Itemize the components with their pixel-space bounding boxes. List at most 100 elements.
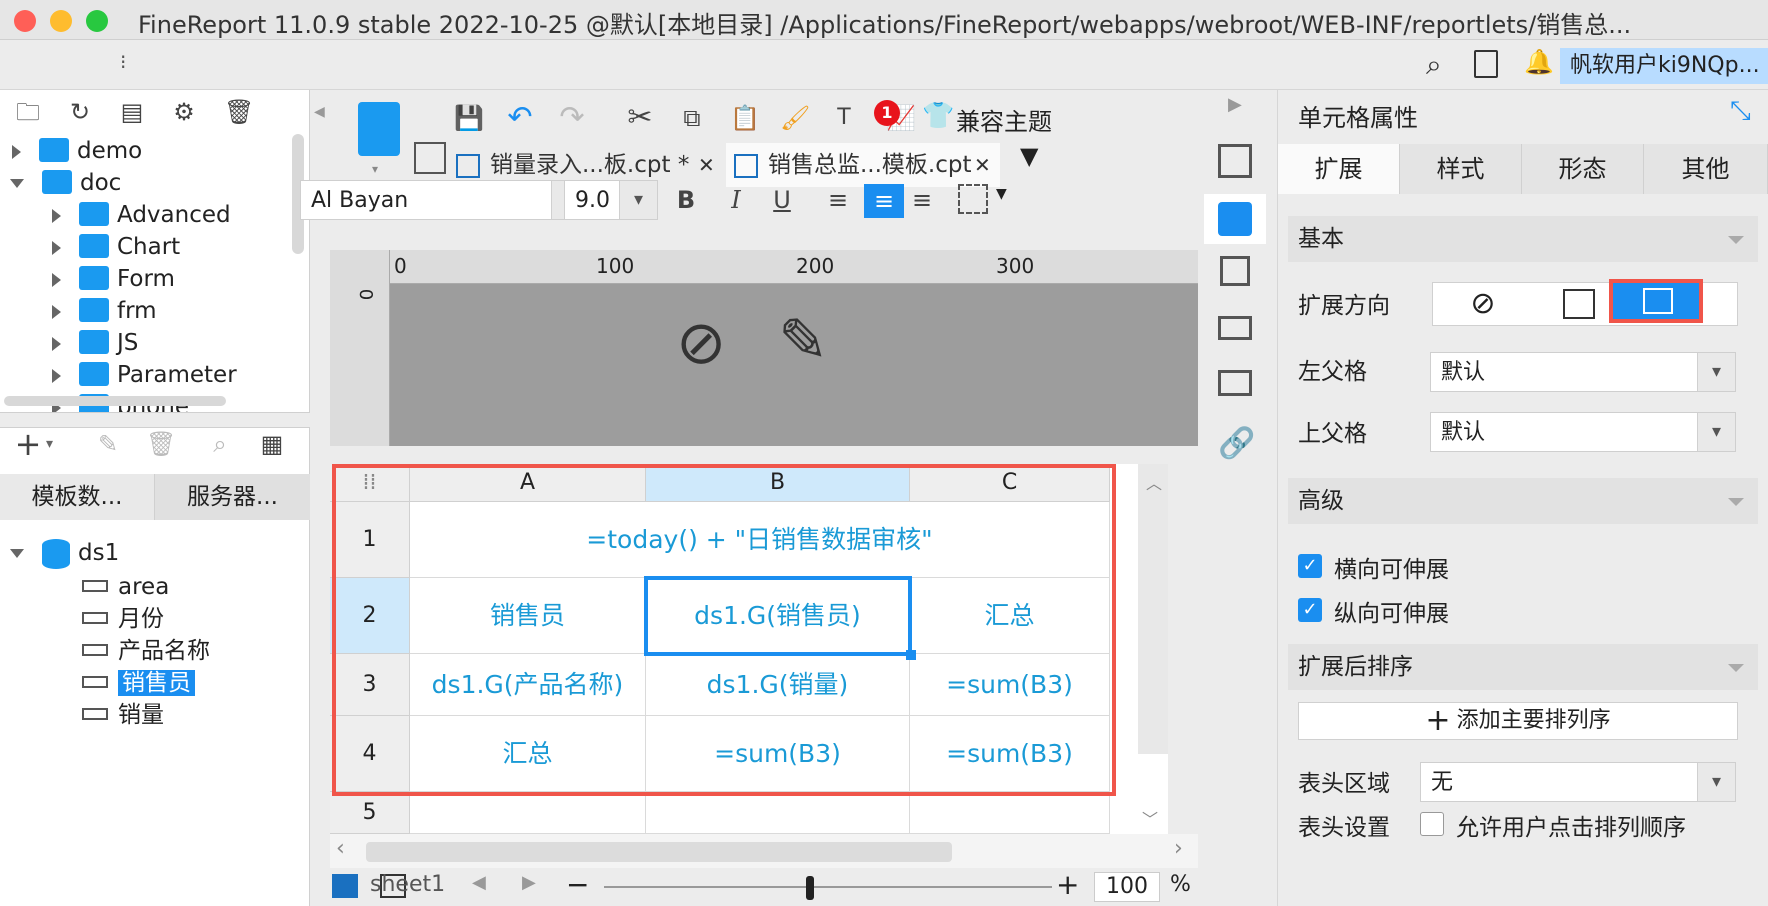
hide-icon[interactable]: ⊘ bbox=[676, 308, 726, 378]
search-icon[interactable]: ⌕ bbox=[1426, 48, 1442, 82]
tree-item-frm[interactable]: frm bbox=[52, 294, 157, 328]
add-dataset-icon[interactable]: + bbox=[14, 428, 42, 460]
theme-icon[interactable]: 👕 bbox=[922, 102, 954, 130]
header-area-select[interactable]: 无 ▾ bbox=[1420, 762, 1736, 802]
tab-style[interactable]: 样式 bbox=[1400, 144, 1522, 194]
copy-icon[interactable]: ⧉ bbox=[678, 104, 706, 132]
chevron-down-icon[interactable] bbox=[1728, 498, 1744, 506]
tree-item-js[interactable]: JS bbox=[52, 326, 138, 360]
notes-icon[interactable] bbox=[1474, 50, 1498, 78]
tab-template-dataset[interactable]: 模板数... bbox=[0, 474, 155, 520]
next-sheet-icon[interactable]: ▶ bbox=[522, 872, 536, 893]
close-window-button[interactable] bbox=[14, 10, 36, 32]
dataset-ds1[interactable]: ds1 bbox=[10, 536, 119, 570]
collapse-icon[interactable] bbox=[10, 179, 24, 188]
new-template-icon[interactable] bbox=[358, 102, 400, 156]
field-area[interactable]: area bbox=[82, 570, 169, 604]
preview-icon[interactable]: ⌕ bbox=[206, 430, 234, 458]
align-center-icon[interactable]: ≡ bbox=[864, 184, 904, 218]
expand-icon[interactable] bbox=[12, 144, 21, 159]
scroll-right-icon[interactable]: › bbox=[1174, 836, 1183, 861]
top-parent-select[interactable]: 默认 ▾ bbox=[1430, 412, 1736, 452]
chevron-down-icon[interactable]: ▾ bbox=[46, 436, 53, 452]
more-menu-icon[interactable]: ⁝ bbox=[120, 50, 126, 74]
scroll-up-icon[interactable]: ︿ bbox=[1146, 470, 1162, 494]
new-tab-icon[interactable] bbox=[414, 142, 446, 174]
italic-icon[interactable]: I bbox=[722, 186, 750, 214]
redo-icon[interactable]: ↷ bbox=[558, 103, 586, 133]
delete-icon[interactable]: 🗑 bbox=[224, 98, 254, 126]
vertical-expand-checkbox[interactable]: ✓ bbox=[1298, 598, 1322, 622]
theme-button[interactable]: 兼容主题 bbox=[956, 102, 1052, 137]
expand-icon[interactable] bbox=[52, 208, 61, 223]
widget-icon[interactable] bbox=[1218, 144, 1252, 178]
pin-panel-icon[interactable]: ⤡ bbox=[1730, 96, 1751, 127]
list-icon[interactable] bbox=[1218, 370, 1252, 396]
expand-right-icon[interactable]: ▶ bbox=[1228, 94, 1242, 115]
zoom-out-icon[interactable]: − bbox=[566, 868, 589, 901]
expand-icon[interactable] bbox=[52, 336, 61, 351]
tree-hscrollbar[interactable] bbox=[4, 396, 226, 406]
float-element-icon[interactable] bbox=[1220, 256, 1250, 286]
underline-icon[interactable]: U bbox=[768, 186, 796, 214]
zoom-window-button[interactable] bbox=[86, 10, 108, 32]
chevron-down-icon[interactable] bbox=[1728, 236, 1744, 244]
refresh-icon[interactable]: ↻ bbox=[66, 98, 94, 126]
expand-icon[interactable] bbox=[52, 368, 61, 383]
field-sales-volume[interactable]: 销量 bbox=[82, 698, 164, 732]
align-left-icon[interactable]: ≡ bbox=[824, 186, 852, 214]
cell-b5[interactable] bbox=[646, 792, 910, 834]
zoom-input[interactable]: 100 bbox=[1094, 872, 1160, 902]
new-folder-icon[interactable]: 🗀 bbox=[14, 98, 42, 126]
bold-icon[interactable]: B bbox=[672, 186, 700, 214]
chevron-down-icon[interactable]: ▾ bbox=[1697, 353, 1735, 391]
left-parent-select[interactable]: 默认 ▾ bbox=[1430, 352, 1736, 392]
hscroll-thumb[interactable] bbox=[366, 842, 952, 862]
cell-c5[interactable] bbox=[910, 792, 1110, 834]
notification-badge[interactable]: 1 bbox=[874, 100, 900, 126]
user-account[interactable]: 帆软用户ki9NQp... bbox=[1560, 48, 1768, 84]
dataset-settings-icon[interactable]: ▦ bbox=[258, 430, 286, 458]
chevron-down-icon[interactable] bbox=[1728, 664, 1744, 672]
cell-a5[interactable] bbox=[410, 792, 646, 834]
save-icon[interactable]: 💾 bbox=[454, 104, 484, 132]
format-painter-icon[interactable]: 🖌 bbox=[780, 104, 810, 132]
settings-icon[interactable]: ⚙ bbox=[170, 98, 198, 126]
allow-sort-checkbox[interactable] bbox=[1420, 812, 1444, 836]
field-product-name[interactable]: 产品名称 bbox=[82, 634, 210, 668]
border-icon[interactable] bbox=[958, 184, 988, 214]
zoom-slider-track[interactable] bbox=[604, 886, 1052, 888]
prev-sheet-icon[interactable]: ◀ bbox=[472, 872, 486, 893]
condition-icon[interactable] bbox=[1218, 316, 1252, 340]
edit-icon[interactable]: ✎ bbox=[94, 430, 122, 458]
tab-sales-director[interactable]: 销售总监...模板.cpt ✕ bbox=[726, 143, 1000, 187]
template-icon[interactable]: ▤ bbox=[118, 98, 146, 126]
tree-item-form[interactable]: Form bbox=[52, 262, 175, 296]
horizontal-expand-checkbox[interactable]: ✓ bbox=[1298, 554, 1322, 578]
close-tab-icon[interactable]: ✕ bbox=[974, 143, 991, 187]
cell-attr-tab[interactable] bbox=[1204, 194, 1266, 244]
add-sheet-icon[interactable] bbox=[332, 874, 358, 898]
tree-item-doc[interactable]: doc bbox=[10, 166, 121, 200]
scroll-down-icon[interactable]: ﹀ bbox=[1142, 806, 1158, 830]
add-sort-button[interactable]: + 添加主要排列序 bbox=[1298, 702, 1738, 740]
minimize-window-button[interactable] bbox=[50, 10, 72, 32]
section-advanced[interactable]: 高级 bbox=[1288, 478, 1758, 524]
expand-icon[interactable] bbox=[52, 272, 61, 287]
section-sort[interactable]: 扩展后排序 bbox=[1288, 644, 1758, 690]
panel-divider[interactable] bbox=[0, 412, 310, 428]
no-expand-icon[interactable]: ⊘ bbox=[1433, 283, 1533, 325]
section-basic[interactable]: 基本 bbox=[1288, 216, 1758, 262]
expand-icon[interactable] bbox=[52, 240, 61, 255]
expand-icon[interactable] bbox=[52, 304, 61, 319]
sheet-tab[interactable]: sheet1 bbox=[370, 872, 445, 897]
tree-item-parameter[interactable]: Parameter bbox=[52, 358, 237, 392]
chevron-down-icon[interactable]: ▼ bbox=[996, 186, 1007, 202]
chevron-down-icon[interactable]: ▾ bbox=[1697, 763, 1735, 801]
edit-pencil-icon[interactable]: ✎ bbox=[778, 306, 828, 376]
scroll-left-icon[interactable]: ‹ bbox=[336, 836, 345, 861]
text-search-icon[interactable]: T bbox=[830, 104, 858, 132]
tree-item-chart[interactable]: Chart bbox=[52, 230, 180, 264]
font-family-select[interactable]: Al Bayan▾ bbox=[300, 180, 590, 220]
chevron-down-icon[interactable]: ▾ bbox=[619, 181, 657, 219]
